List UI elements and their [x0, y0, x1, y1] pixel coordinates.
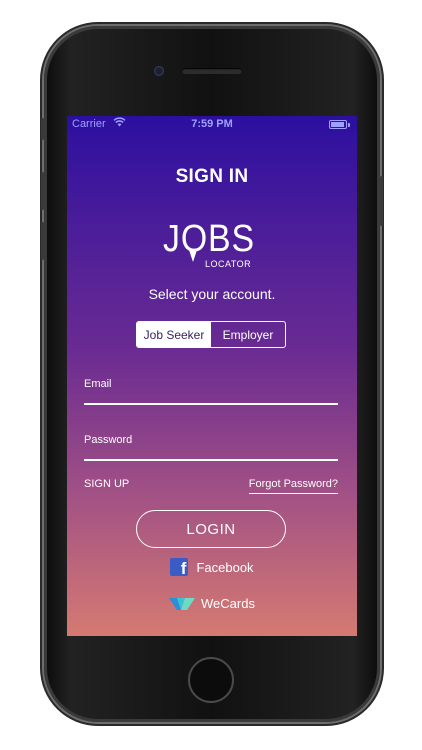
power-button	[380, 176, 383, 226]
account-type-selector: Job Seeker Employer	[136, 321, 286, 348]
password-underline	[84, 459, 338, 461]
forgot-password-link[interactable]: Forgot Password?	[248, 478, 338, 494]
battery-tip	[348, 123, 350, 127]
facebook-label: Facebook	[196, 559, 254, 575]
mute-switch	[41, 118, 44, 140]
wecards-icon	[169, 597, 196, 610]
password-field[interactable]	[84, 440, 338, 460]
earpiece-speaker	[182, 68, 242, 74]
page-title: SIGN IN	[175, 166, 249, 187]
status-bar: Carrier 7:59 PM	[67, 116, 357, 134]
logo-wordmark: JOBS	[163, 218, 255, 260]
facebook-login-button[interactable]: f Facebook	[67, 558, 357, 576]
volume-down-button	[41, 222, 44, 260]
wecards-label: WeCards	[201, 596, 255, 611]
segment-employer[interactable]: Employer	[211, 322, 285, 347]
login-button[interactable]: LOGIN	[136, 510, 286, 548]
jobs-locator-logo: JOBS LOCATOR	[163, 218, 255, 269]
email-underline	[84, 403, 338, 405]
facebook-icon: f	[170, 558, 189, 576]
app-screen: Carrier 7:59 PM SIGN IN JOBS LOCATOR Sel…	[67, 116, 357, 636]
segment-job-seeker[interactable]: Job Seeker	[137, 322, 211, 347]
signup-link[interactable]: SIGN UP	[84, 478, 129, 490]
email-field[interactable]	[84, 384, 338, 404]
wecards-login-button[interactable]: WeCards	[67, 596, 357, 611]
battery-icon	[329, 120, 347, 129]
home-button[interactable]	[188, 657, 234, 703]
front-camera	[154, 66, 164, 76]
volume-up-button	[41, 172, 44, 210]
account-prompt: Select your account.	[148, 286, 276, 302]
logo-tagline: LOCATOR	[205, 259, 251, 269]
status-time: 7:59 PM	[191, 118, 233, 130]
